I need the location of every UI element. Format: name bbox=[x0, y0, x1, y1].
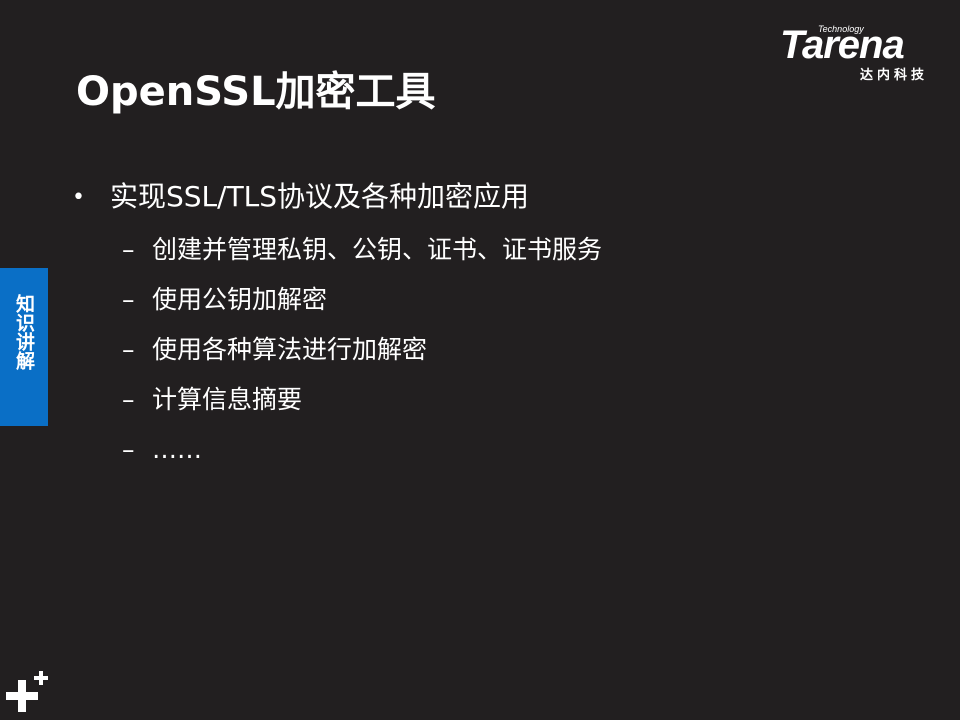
tarena-logo: Technology Tarena 达内科技 bbox=[780, 22, 948, 84]
sub-bullet-text: 计算信息摘要 bbox=[152, 385, 303, 414]
sub-bullet-list: – 创建并管理私钥、公钥、证书、证书服务 – 使用公钥加解密 – 使用各种算法进行加解… bbox=[122, 232, 602, 482]
dash-icon: – bbox=[122, 335, 135, 364]
sub-bullet-text: 使用公钥加解密 bbox=[152, 285, 328, 314]
logo-sub-text: 达内科技 bbox=[860, 68, 929, 83]
dash-icon: – bbox=[122, 435, 135, 464]
sub-bullet-item: – 创建并管理私钥、公钥、证书、证书服务 bbox=[122, 232, 602, 282]
main-bullet-text: 实现SSL/TLS协议及各种加密应用 bbox=[110, 180, 530, 213]
side-tab-label: 知识讲解 bbox=[13, 294, 35, 370]
sub-bullet-item: – 计算信息摘要 bbox=[122, 382, 602, 432]
sub-bullet-item: –…… bbox=[122, 432, 602, 482]
sub-bullet-text: 使用各种算法进行加解密 bbox=[152, 335, 428, 364]
sub-bullet-text: …… bbox=[152, 435, 202, 464]
logo-brand-text: Tarena bbox=[780, 23, 905, 67]
side-tab-knowledge: 知识讲解 bbox=[0, 268, 48, 426]
dash-icon: – bbox=[122, 235, 135, 264]
slide-title: OpenSSL加密工具 bbox=[76, 69, 436, 115]
plus-small-icon bbox=[34, 671, 48, 685]
sub-bullet-item: – 使用公钥加解密 bbox=[122, 282, 602, 332]
main-bullet: • 实现SSL/TLS协议及各种加密应用 bbox=[72, 180, 529, 214]
sub-bullet-item: – 使用各种算法进行加解密 bbox=[122, 332, 602, 382]
slide: Technology Tarena 达内科技 OpenSSL加密工具 • 实现SS… bbox=[0, 0, 960, 720]
dash-icon: – bbox=[122, 285, 135, 314]
sub-bullet-text: 创建并管理私钥、公钥、证书、证书服务 bbox=[152, 235, 603, 264]
dash-icon: – bbox=[122, 385, 135, 414]
bullet-dot-icon: • bbox=[72, 185, 85, 210]
